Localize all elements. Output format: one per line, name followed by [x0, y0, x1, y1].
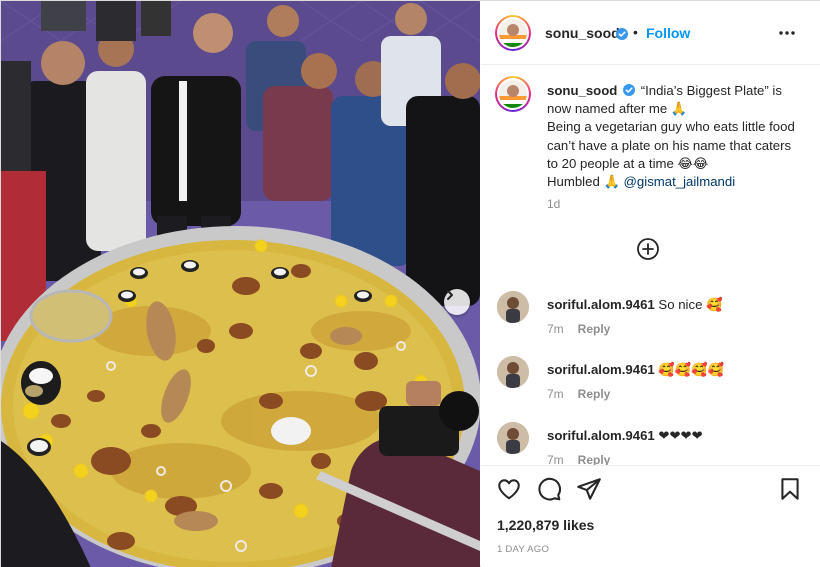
instagram-post: sonu_sood • Follow sonu_sood “India’s Bi… [0, 0, 820, 567]
bookmark-icon[interactable] [777, 476, 803, 502]
next-photo-button[interactable] [444, 289, 470, 315]
likes-count[interactable]: 1,220,879 likes [497, 517, 594, 533]
comment-item: soriful.alom.9461 So nice 🥰 7m Reply [481, 291, 820, 351]
post-sidebar: sonu_sood • Follow sonu_sood “India’s Bi… [481, 1, 820, 567]
comment-username[interactable]: soriful.alom.9461 [547, 428, 655, 443]
caption-username[interactable]: sonu_sood [547, 83, 617, 98]
post-header: sonu_sood • Follow [481, 1, 820, 65]
avatar-photo [497, 422, 529, 454]
verified-badge-icon [616, 28, 628, 40]
caption-line-2: Being a vegetarian guy who eats little f… [547, 119, 795, 171]
avatar-photo [499, 19, 527, 47]
posted-time[interactable]: 1 DAY AGO [497, 544, 549, 555]
header-separator: • [633, 24, 638, 40]
comment-username[interactable]: soriful.alom.9461 [547, 362, 655, 377]
comment-age[interactable]: 7m [547, 322, 564, 336]
comment-text: soriful.alom.9461 ❤❤❤❤ [547, 428, 703, 444]
caption-mention-link[interactable]: @gismat_jailmandi [624, 174, 736, 189]
reply-button[interactable]: Reply [578, 387, 611, 401]
follow-button[interactable]: Follow [646, 25, 690, 41]
comment-avatar[interactable] [497, 356, 529, 388]
photo-illustration [1, 1, 480, 567]
load-more-comments-icon[interactable] [636, 237, 660, 261]
avatar[interactable] [499, 19, 527, 47]
comment-avatar[interactable] [497, 291, 529, 323]
comment-body: 🥰🥰🥰🥰 [658, 362, 725, 377]
avatar-photo [497, 291, 529, 323]
avatar-photo [497, 356, 529, 388]
caption-text: sonu_sood “India’s Biggest Plate” is now… [547, 82, 797, 191]
heart-icon[interactable] [496, 476, 522, 502]
avatar-photo [499, 80, 527, 108]
comment-text: soriful.alom.9461 So nice 🥰 [547, 297, 723, 313]
comment-icon[interactable] [536, 476, 562, 502]
chevron-right-icon [447, 290, 453, 300]
comment-avatar[interactable] [497, 422, 529, 454]
caption-age[interactable]: 1d [547, 197, 560, 211]
comment-item: soriful.alom.9461 🥰🥰🥰🥰 7m Reply [481, 356, 820, 416]
comment-meta: 7m Reply [547, 322, 610, 336]
reply-button[interactable]: Reply [578, 322, 611, 336]
post-photo[interactable] [1, 1, 480, 567]
comment-body: ❤❤❤❤ [658, 428, 703, 443]
comment-age[interactable]: 7m [547, 387, 564, 401]
caption-line-3: Humbled 🙏 [547, 174, 620, 190]
comment-username[interactable]: soriful.alom.9461 [547, 297, 655, 312]
caption-avatar[interactable] [499, 80, 527, 108]
comment-body: So nice 🥰 [658, 297, 723, 312]
verified-badge-icon [623, 84, 636, 96]
share-icon[interactable] [576, 476, 602, 502]
header-username[interactable]: sonu_sood [545, 25, 620, 41]
comment-meta: 7m Reply [547, 387, 610, 401]
comment-text: soriful.alom.9461 🥰🥰🥰🥰 [547, 362, 724, 378]
more-options-icon[interactable] [777, 23, 797, 43]
action-bar: 1,220,879 likes 1 DAY AGO [481, 465, 820, 567]
